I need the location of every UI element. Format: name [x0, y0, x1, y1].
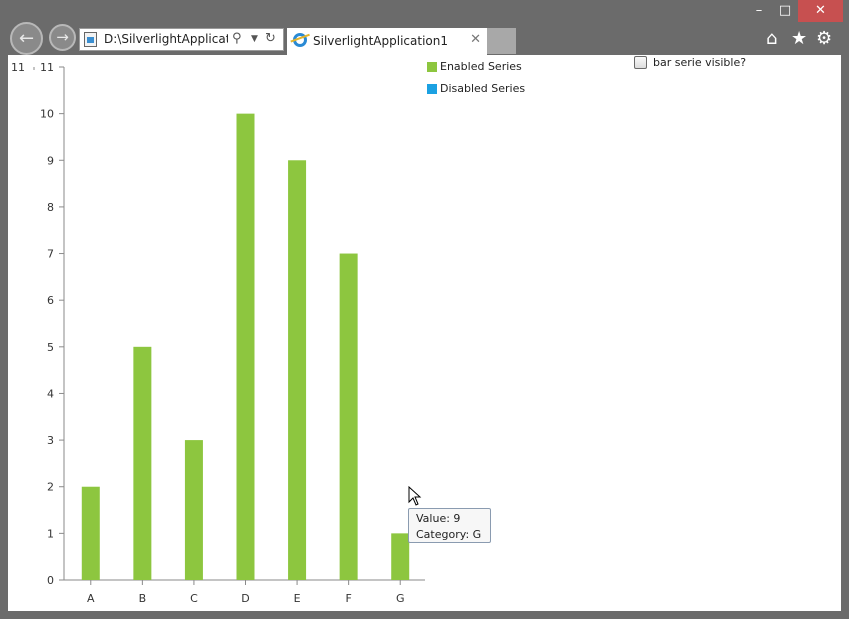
y-tick-label: 1 — [47, 527, 54, 540]
address-bar[interactable]: D:\SilverlightApplicatio ⚲ ▼ ↻ — [79, 28, 284, 51]
mouse-cursor-icon — [408, 486, 422, 506]
x-tick-label: C — [190, 592, 198, 605]
y-tick-label: 11 — [40, 61, 54, 74]
bar-d — [236, 113, 255, 581]
y-tick-label: 10 — [40, 108, 54, 121]
x-tick-label: D — [241, 592, 249, 605]
tooltip-category: Category: G — [416, 528, 482, 541]
maximize-button[interactable]: □ — [772, 0, 798, 22]
chart-tooltip: Value: 9 Category: G — [408, 508, 491, 543]
bar-visible-checkbox[interactable] — [634, 56, 647, 69]
x-tick-label: G — [396, 592, 405, 605]
y-tick-label: 7 — [47, 248, 54, 261]
secondary-axis-tick-label: 11 — [11, 61, 25, 74]
tab-title: SilverlightApplication1 — [313, 34, 448, 48]
star-icon[interactable]: ★ — [791, 28, 807, 49]
bar-chart: 11 0 1 2 3 4 5 6 7 8 9 10 11 A B C D E F G — [11, 61, 425, 605]
tab-silverlight-application[interactable]: SilverlightApplication1 ✕ — [287, 28, 487, 55]
legend-swatch-disabled — [427, 84, 437, 94]
bar-b — [133, 346, 152, 580]
page-icon — [84, 32, 97, 47]
legend-swatch-enabled — [427, 62, 437, 72]
y-tick-label: 6 — [47, 294, 54, 307]
address-text[interactable]: D:\SilverlightApplicatio — [104, 32, 228, 46]
back-button[interactable]: ← — [10, 22, 43, 55]
x-tick-label: A — [87, 592, 95, 605]
legend-label-enabled: Enabled Series — [440, 60, 522, 73]
ie-logo-icon — [293, 33, 307, 47]
close-window-button[interactable]: ✕ — [798, 0, 843, 22]
refresh-icon[interactable]: ↻ — [265, 31, 276, 46]
gear-icon[interactable]: ⚙ — [816, 28, 832, 49]
x-tick-label: E — [294, 592, 301, 605]
page-content: 11 0 1 2 3 4 5 6 7 8 9 10 11 A B C D E F G Enabled Series D… — [8, 55, 841, 611]
tooltip-value: Value: 9 — [416, 512, 461, 525]
legend-label-disabled: Disabled Series — [440, 82, 526, 95]
search-icon[interactable]: ⚲ — [232, 31, 242, 46]
x-tick-label: B — [139, 592, 147, 605]
y-tick-label: 3 — [47, 434, 54, 447]
bar-visible-checkbox-label[interactable]: bar serie visible? — [653, 56, 746, 69]
bar-f — [339, 253, 358, 580]
bar-c — [184, 440, 203, 580]
dropdown-icon[interactable]: ▼ — [251, 34, 258, 44]
y-tick-label: 4 — [47, 387, 54, 400]
y-tick-label: 2 — [47, 481, 54, 494]
new-tab-button[interactable] — [487, 28, 516, 54]
bar-e — [288, 160, 307, 580]
forward-button[interactable]: → — [49, 24, 76, 51]
y-tick-label: 0 — [47, 574, 54, 587]
tab-close-button[interactable]: ✕ — [470, 32, 481, 47]
home-icon[interactable]: ⌂ — [766, 28, 777, 49]
bar-g — [391, 533, 410, 580]
minimize-button[interactable]: – — [746, 0, 772, 22]
y-tick-label: 8 — [47, 201, 54, 214]
bar-a — [81, 486, 100, 580]
back-arrow-icon: ← — [18, 28, 35, 49]
y-tick-label: 5 — [47, 341, 54, 354]
x-tick-label: F — [345, 592, 351, 605]
y-tick-label: 9 — [47, 154, 54, 167]
forward-arrow-icon: → — [56, 28, 69, 46]
